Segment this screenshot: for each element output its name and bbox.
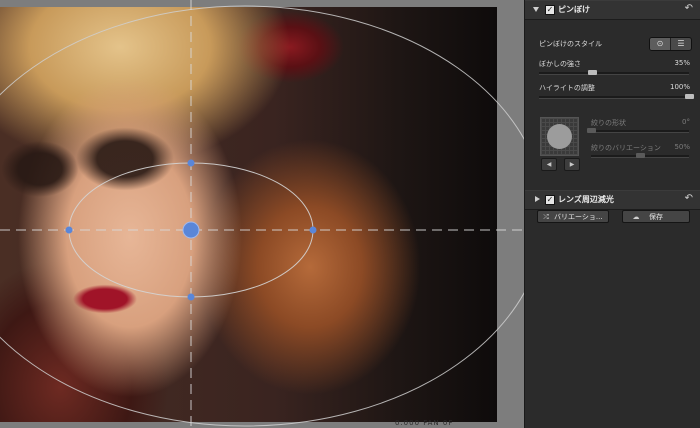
corner-readout: 0.000 FAN 0F — [395, 419, 454, 427]
save-icon: ☁ — [632, 213, 640, 221]
blur-strength-thumb[interactable] — [587, 70, 597, 75]
lens-vignette-enable-checkbox[interactable]: ✓ — [545, 195, 555, 205]
circle-icon[interactable]: ⊙ — [650, 38, 670, 50]
right-handle[interactable] — [309, 226, 317, 234]
blur-strength-slider[interactable] — [539, 70, 689, 75]
aperture-shape — [547, 124, 572, 149]
highlight-adjust-value: 100% — [669, 83, 690, 91]
pin-blur-title: ピンぼけ — [558, 5, 590, 14]
pin-blur-enable-checkbox[interactable]: ✓ — [545, 5, 555, 15]
top-handle[interactable] — [187, 159, 195, 167]
aperture-shape-thumb[interactable] — [587, 128, 596, 133]
image-canvas[interactable]: 0.000 FAN 0F — [0, 0, 524, 428]
aperture-shape-slider[interactable] — [587, 128, 689, 133]
aperture-variation-thumb[interactable] — [636, 153, 645, 158]
aperture-preview — [540, 117, 579, 156]
aperture-shape-label: 絞りの形状 — [591, 119, 626, 127]
lens-vignette-title: レンズ周辺減光 — [558, 195, 614, 204]
aperture-variation-value: 50% — [674, 143, 690, 151]
reset-icon[interactable]: ↶ — [685, 3, 693, 14]
blur-style-label: ピンぼけのスタイル — [539, 40, 602, 48]
aperture-shape-value: 0° — [682, 118, 690, 126]
shuffle-icon: ⤮ — [543, 213, 549, 221]
blur-strength-label: ぼかしの強さ — [539, 60, 581, 68]
center-handle[interactable] — [182, 221, 200, 239]
lines-icon[interactable]: ☰ — [670, 38, 691, 50]
lens-vignette-section-header[interactable]: ✓ レンズ周辺減光 ↶ — [525, 190, 700, 210]
highlight-adjust-label: ハイライトの調整 — [539, 84, 595, 92]
prev-shape-button[interactable]: ◀ — [541, 158, 557, 171]
bottom-handle[interactable] — [187, 293, 195, 301]
reset-icon[interactable]: ↶ — [685, 193, 693, 204]
collapse-triangle-icon[interactable] — [533, 7, 539, 12]
aperture-variation-slider[interactable] — [591, 153, 689, 158]
pin-blur-section-header[interactable]: ✓ ピンぼけ ↶ — [525, 0, 700, 20]
blur-strength-value: 35% — [674, 59, 690, 67]
adjustment-panel: ✓ ピンぼけ ↶ ピンぼけのスタイル ⊙ ☰ ぼかしの強さ 35% ハイライトの… — [524, 0, 700, 428]
save-button-label: 保存 — [649, 213, 663, 221]
aperture-variation-label: 絞りのバリエーション — [591, 144, 661, 152]
outer-blur-ellipse[interactable] — [0, 5, 524, 427]
highlight-adjust-thumb[interactable] — [685, 94, 694, 99]
blur-style-toggle[interactable]: ⊙ ☰ — [649, 37, 692, 51]
highlight-adjust-slider[interactable] — [539, 94, 694, 99]
next-shape-button[interactable]: ▶ — [564, 158, 580, 171]
variation-button-label: バリエーショ... — [554, 213, 603, 221]
expand-triangle-icon[interactable] — [535, 196, 540, 202]
left-handle[interactable] — [65, 226, 73, 234]
save-button[interactable]: ☁ 保存 — [622, 210, 690, 223]
focus-overlay[interactable] — [0, 0, 524, 428]
variation-button[interactable]: ⤮ バリエーショ... — [537, 210, 609, 223]
